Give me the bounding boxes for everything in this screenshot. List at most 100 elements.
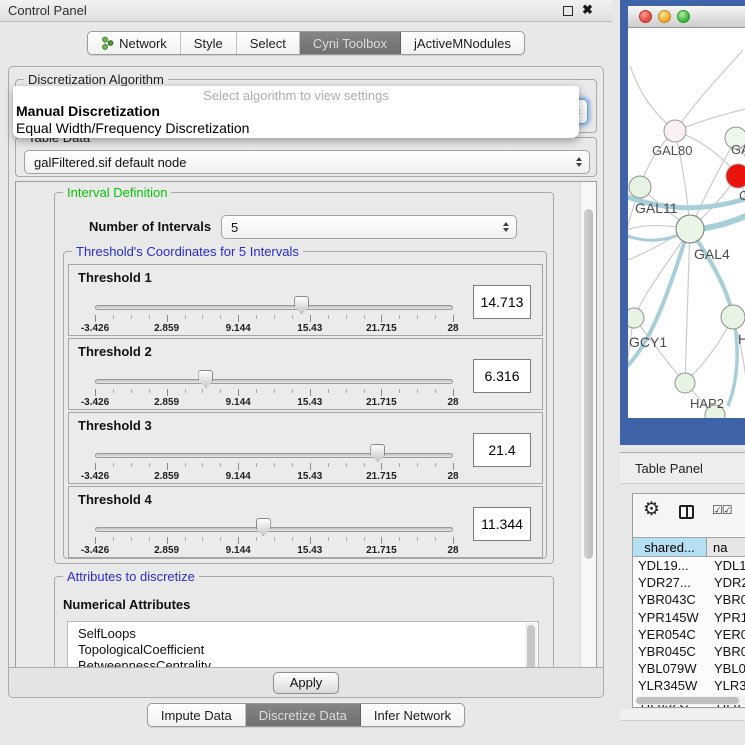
table-cell-shared-name[interactable]: YBR045C [633, 644, 707, 661]
threshold-value-field[interactable]: 21.4 [473, 433, 531, 467]
column-header-name[interactable]: na [707, 538, 745, 556]
table-cell-name[interactable]: YER0 [707, 627, 745, 644]
network-node-label[interactable]: HAP2 [690, 396, 724, 411]
table-cell-name[interactable]: YBR0 [707, 592, 745, 609]
network-node-label[interactable]: GAL80 [652, 143, 692, 158]
slider-thumb[interactable] [256, 518, 271, 536]
table-cell-name[interactable]: YPR1 [707, 610, 745, 627]
table-row[interactable]: YLR345WYLR3 [633, 678, 745, 695]
slider-thumb[interactable] [294, 296, 309, 314]
network-node-label[interactable]: H [738, 331, 745, 347]
network-node[interactable] [675, 373, 695, 393]
algorithm-placeholder-option[interactable]: Select algorithm to view settings [13, 86, 579, 103]
slider-track[interactable] [95, 527, 453, 532]
network-node[interactable] [628, 308, 644, 328]
algorithm-option[interactable]: Manual Discretization [13, 103, 579, 120]
network-node-label[interactable]: GAL4 [694, 246, 730, 262]
table-cell-shared-name[interactable]: YDL19... [633, 558, 707, 575]
threshold-value-field[interactable]: 6.316 [473, 359, 531, 393]
network-node[interactable] [721, 305, 745, 329]
tab-style[interactable]: Style [181, 32, 237, 54]
slider-thumb[interactable] [198, 370, 213, 388]
tick-label: -3.426 [81, 397, 109, 408]
network-node[interactable] [726, 164, 745, 188]
table-row[interactable]: YDL19...YDL1 [633, 558, 745, 575]
tick-mark [220, 463, 221, 467]
gear-icon[interactable]: ⚙ [643, 498, 660, 521]
settings-scrollbar[interactable] [580, 182, 596, 668]
apply-button[interactable]: Apply [273, 672, 340, 694]
table-row[interactable]: YER054CYER0 [633, 627, 745, 644]
attributes-scrollbar[interactable] [525, 623, 537, 669]
table-row[interactable]: YBR043CYBR0 [633, 592, 745, 609]
tick-mark [292, 389, 293, 393]
settings-scrollbar-thumb[interactable] [584, 209, 593, 559]
attributes-scrollbar-thumb[interactable] [527, 625, 535, 669]
table-cell-shared-name[interactable]: YDR27... [633, 575, 707, 592]
network-node[interactable] [676, 215, 704, 243]
network-node[interactable] [629, 176, 651, 198]
tick-mark [202, 315, 203, 319]
table-cell-name[interactable]: YDL1 [707, 558, 745, 575]
table-cell-name[interactable]: YLR3 [707, 678, 745, 695]
network-node-label[interactable]: GAL11 [635, 200, 678, 216]
slider-track[interactable] [95, 305, 453, 310]
tab-cyni-toolbox[interactable]: Cyni Toolbox [300, 32, 401, 54]
network-node-label[interactable]: GCY1 [629, 334, 667, 350]
table-cell-shared-name[interactable]: YBR043C [633, 592, 707, 609]
tick-mark [113, 389, 114, 393]
table-cell-name[interactable]: YBR0 [707, 644, 745, 661]
table-hscrollbar[interactable] [635, 696, 745, 705]
minimize-traffic-light-icon[interactable] [658, 10, 671, 23]
network-node[interactable] [664, 120, 686, 142]
slider-track[interactable] [95, 453, 453, 458]
tab-infer-network[interactable]: Infer Network [361, 704, 464, 726]
tick-mark [399, 537, 400, 541]
tab-label: jActiveMNodules [414, 36, 511, 51]
tab-select[interactable]: Select [237, 32, 300, 54]
table-cell-name[interactable]: YDR2 [707, 575, 745, 592]
tick-label: 2.859 [154, 471, 179, 482]
table-row[interactable]: YBR045CYBR0 [633, 644, 745, 661]
close-icon[interactable]: ✖ [582, 2, 593, 18]
tick-mark [292, 463, 293, 467]
network-node-label[interactable]: C [739, 188, 745, 203]
tab-jactivemnodules[interactable]: jActiveMNodules [401, 32, 524, 54]
threshold-value-field[interactable]: 11.344 [473, 507, 531, 541]
table-cell-shared-name[interactable]: YPR145W [633, 610, 707, 627]
table-cell-name[interactable]: YBL0 [707, 661, 745, 678]
table-row[interactable]: YPR145WYPR1 [633, 610, 745, 627]
number-of-intervals-combo[interactable]: 5 [221, 215, 517, 239]
tab-network[interactable]: Network [88, 32, 181, 54]
tick-mark [435, 315, 436, 319]
checkbox-icons[interactable]: ☑☑ [712, 503, 732, 517]
threshold-value-field[interactable]: 14.713 [473, 285, 531, 319]
float-panel-icon[interactable] [563, 6, 573, 16]
table-hscrollbar-thumb[interactable] [636, 697, 739, 704]
tick-mark [238, 537, 239, 544]
tick-mark [274, 389, 275, 393]
tab-impute-data[interactable]: Impute Data [148, 704, 246, 726]
table-row[interactable]: YBL079WYBL0 [633, 661, 745, 678]
table-cell-shared-name[interactable]: YLR345W [633, 678, 707, 695]
table-row[interactable]: YDR27...YDR2 [633, 575, 745, 592]
table-cell-shared-name[interactable]: YBL079W [633, 661, 707, 678]
attribute-list-item[interactable]: TopologicalCoefficient [68, 642, 538, 658]
column-header-shared-name[interactable]: shared... [633, 538, 707, 556]
tick-mark [185, 537, 186, 541]
slider-thumb[interactable] [370, 444, 385, 462]
numerical-attributes-list[interactable]: SelfLoopsTopologicalCoefficientBetweenne… [67, 621, 539, 669]
network-window-titlebar[interactable] [628, 6, 745, 28]
tab-discretize-data[interactable]: Discretize Data [246, 704, 361, 726]
network-canvas[interactable]: GAL80 GA C GAL11 GAL4 GCY1 H HAP2 [628, 28, 745, 418]
columns-icon[interactable] [679, 505, 694, 519]
algorithm-option[interactable]: Equal Width/Frequency Discretization [13, 120, 579, 137]
attribute-list-item[interactable]: SelfLoops [68, 626, 538, 642]
tick-label: 2.859 [154, 545, 179, 556]
table-cell-shared-name[interactable]: YER054C [633, 627, 707, 644]
zoom-traffic-light-icon[interactable] [677, 10, 690, 23]
network-node-label[interactable]: GA [731, 142, 745, 157]
close-traffic-light-icon[interactable] [639, 10, 652, 23]
table-data-combo[interactable]: galFiltered.sif default node [24, 150, 590, 174]
slider-track[interactable] [95, 379, 453, 384]
